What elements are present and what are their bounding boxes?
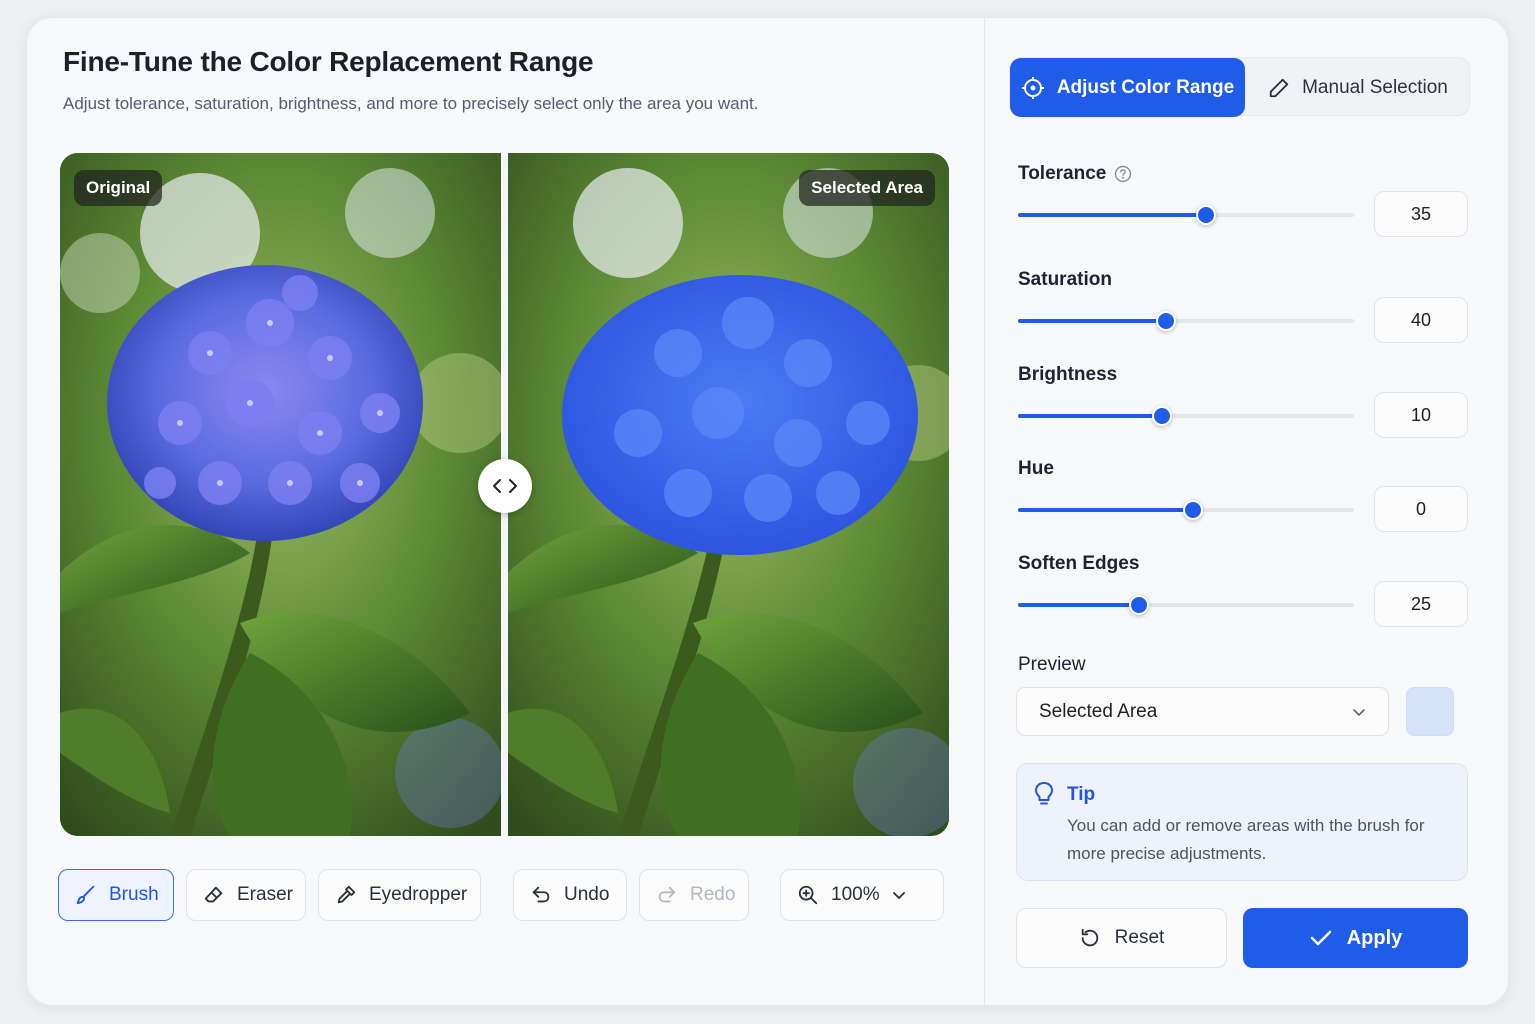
apply-label: Apply — [1346, 926, 1403, 949]
tool-bar: Brush Eraser Eyedropper Undo Redo 100% — [58, 869, 948, 921]
tab-adjust-color-range[interactable]: Adjust Color Range — [1010, 58, 1245, 117]
slider-value-input[interactable]: 25 — [1374, 581, 1468, 627]
comparison-viewer[interactable]: Original Selected Area — [60, 153, 949, 836]
selected-photo — [508, 153, 949, 836]
mode-tabs: Adjust Color Range Manual Selection — [1009, 57, 1471, 117]
slider-fill — [1018, 508, 1193, 512]
brush-label: Brush — [109, 884, 159, 905]
chevron-down-icon — [892, 892, 905, 900]
slider-thumb[interactable] — [1155, 311, 1176, 331]
slider-track[interactable] — [1018, 500, 1354, 520]
page-title: Fine-Tune the Color Replacement Range — [63, 46, 594, 77]
slider-thumb[interactable] — [1196, 205, 1217, 225]
slider-fill — [1018, 213, 1207, 217]
slider-fill — [1018, 319, 1166, 323]
slider-value-input[interactable]: 35 — [1374, 191, 1468, 237]
reset-icon — [1081, 928, 1098, 947]
original-image: Original — [60, 153, 501, 836]
adjustment-panel: Adjust Color Range Manual Selection Tole… — [985, 18, 1510, 1005]
tab-adjust-label: Adjust Color Range — [1056, 76, 1235, 98]
split-handle[interactable] — [478, 459, 532, 513]
help-icon[interactable] — [1114, 165, 1132, 183]
tab-manual-label: Manual Selection — [1302, 76, 1448, 98]
color-range-dialog: Fine-Tune the Color Replacement Range Ad… — [26, 17, 1509, 1006]
zoom-in-icon — [798, 885, 818, 905]
selected-area-image: Selected Area — [508, 153, 949, 836]
tab-manual-selection[interactable]: Manual Selection — [1245, 58, 1471, 117]
selected-area-badge: Selected Area — [799, 170, 935, 206]
slider-label: Tolerance — [1018, 163, 1132, 185]
slider-label: Hue — [1018, 458, 1054, 479]
apply-button[interactable]: Apply — [1243, 908, 1468, 968]
eyedropper-icon — [337, 885, 356, 904]
slider-value-input[interactable]: 0 — [1374, 486, 1468, 532]
redo-button[interactable]: Redo — [639, 869, 749, 921]
slider-value-input[interactable]: 10 — [1374, 392, 1468, 438]
original-badge: Original — [74, 170, 163, 206]
brush-button[interactable]: Brush — [58, 869, 174, 921]
chevron-down-icon — [1353, 708, 1365, 716]
checkmark-icon — [1310, 930, 1331, 946]
tip-body: You can add or remove areas with the bru… — [1067, 816, 1425, 863]
zoom-level: 100% — [831, 884, 880, 905]
slider-thumb[interactable] — [1128, 595, 1149, 615]
preview-select-value: Selected Area — [1039, 700, 1158, 722]
slider-fill — [1018, 414, 1163, 418]
slider-thumb[interactable] — [1152, 406, 1173, 426]
editor-area: Fine-Tune the Color Replacement Range Ad… — [27, 18, 984, 1005]
slider-track[interactable] — [1018, 595, 1354, 615]
zoom-dropdown[interactable]: 100% — [780, 869, 944, 921]
slider-track[interactable] — [1018, 205, 1354, 225]
pencil-icon — [1269, 78, 1289, 97]
reset-button[interactable]: Reset — [1016, 908, 1227, 968]
slider-value-input[interactable]: 40 — [1374, 297, 1468, 343]
tip-title: Tip — [1067, 784, 1096, 805]
eyedropper-label: Eyedropper — [369, 884, 468, 905]
redo-label: Redo — [690, 884, 736, 905]
eraser-label: Eraser — [237, 884, 293, 905]
slider-fill — [1018, 603, 1139, 607]
tip-box: Tip You can add or remove areas with the… — [1016, 763, 1468, 881]
page-subtitle: Adjust tolerance, saturation, brightness… — [63, 94, 759, 113]
slider-label: Saturation — [1018, 269, 1112, 290]
preview-label: Preview — [1018, 654, 1086, 675]
eyedropper-button[interactable]: Eyedropper — [318, 869, 481, 921]
preview-color-swatch[interactable] — [1406, 687, 1454, 736]
eraser-button[interactable]: Eraser — [186, 869, 306, 921]
redo-icon — [658, 886, 676, 903]
original-photo — [60, 153, 501, 836]
eraser-icon — [204, 886, 223, 903]
lightbulb-icon — [1035, 782, 1053, 805]
slider-track[interactable] — [1018, 406, 1354, 426]
slider-label: Brightness — [1018, 364, 1118, 385]
slider-label: Soften Edges — [1018, 553, 1140, 574]
slider-thumb[interactable] — [1182, 500, 1203, 520]
undo-button[interactable]: Undo — [513, 869, 627, 921]
slider-track[interactable] — [1018, 311, 1354, 331]
undo-label: Undo — [564, 884, 610, 905]
reset-label: Reset — [1114, 927, 1165, 948]
brush-icon — [76, 885, 95, 905]
chevron-left-right-icon — [493, 479, 517, 493]
undo-icon — [532, 886, 550, 903]
preview-select[interactable]: Selected Area — [1016, 687, 1389, 736]
target-icon — [1021, 76, 1044, 99]
